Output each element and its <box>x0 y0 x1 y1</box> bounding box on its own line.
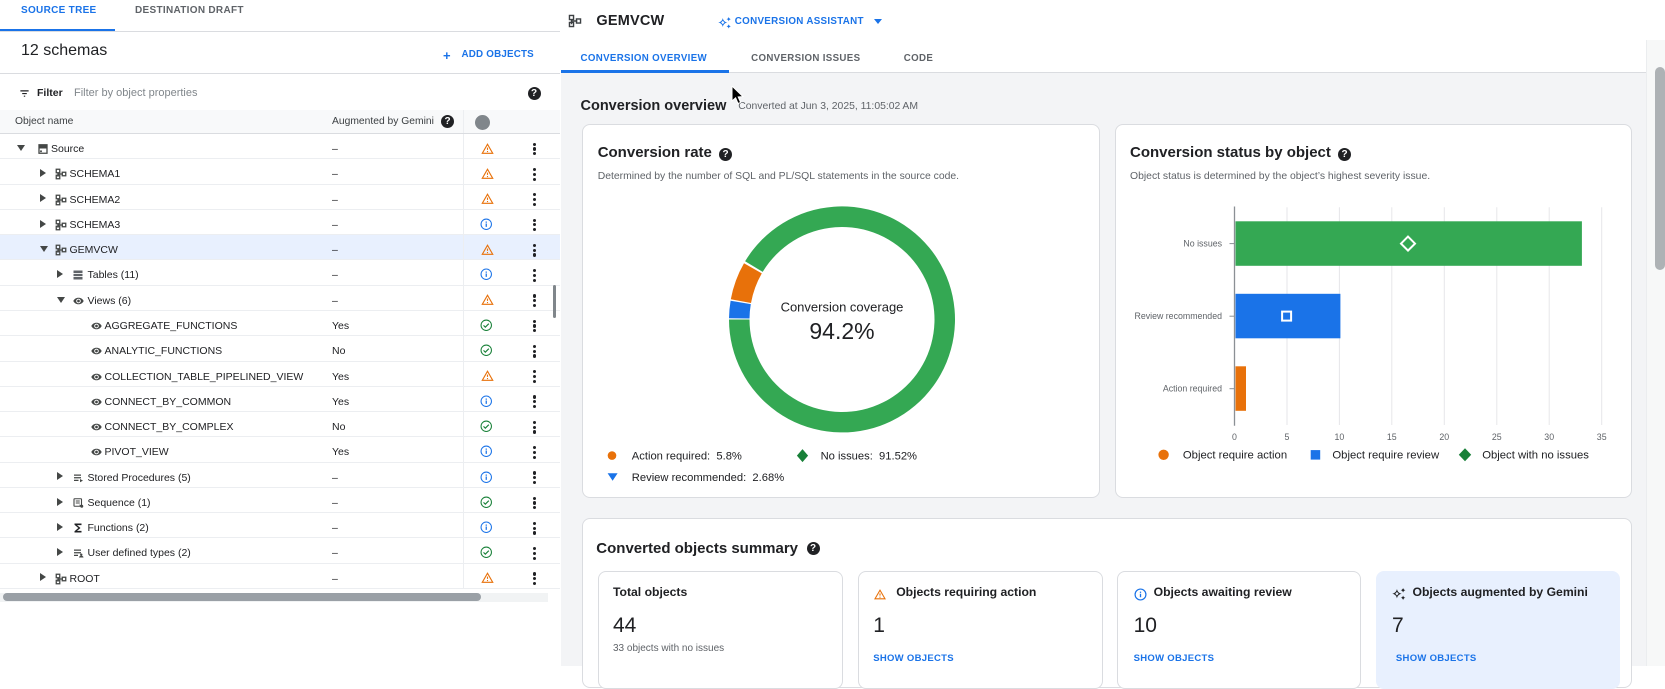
svg-text:Review recommended: Review recommended <box>1134 312 1222 322</box>
svg-text:Action required: 5.8%: Action required: 5.8% <box>632 451 742 463</box>
svg-text:94.2%: 94.2% <box>809 319 874 345</box>
svg-text:0: 0 <box>1232 432 1237 442</box>
svg-text:20: 20 <box>1439 432 1449 442</box>
svg-text:10: 10 <box>1335 432 1345 442</box>
svg-text:Object with no issues: Object with no issues <box>1482 450 1589 462</box>
svg-text:35: 35 <box>1597 432 1607 442</box>
svg-text:No issues: No issues <box>1183 239 1222 249</box>
svg-text:Review recommended: 2.68%: Review recommended: 2.68% <box>632 472 784 484</box>
svg-text:Object require action: Object require action <box>1183 450 1287 462</box>
svg-text:15: 15 <box>1387 432 1397 442</box>
svg-text:5: 5 <box>1285 432 1290 442</box>
svg-text:30: 30 <box>1544 432 1554 442</box>
svg-text:25: 25 <box>1492 432 1502 442</box>
svg-text:Object require review: Object require review <box>1332 450 1440 462</box>
svg-text:Action required: Action required <box>1163 384 1222 394</box>
svg-text:No issues: 91.52%: No issues: 91.52% <box>821 451 917 463</box>
svg-text:Conversion coverage: Conversion coverage <box>781 300 904 315</box>
